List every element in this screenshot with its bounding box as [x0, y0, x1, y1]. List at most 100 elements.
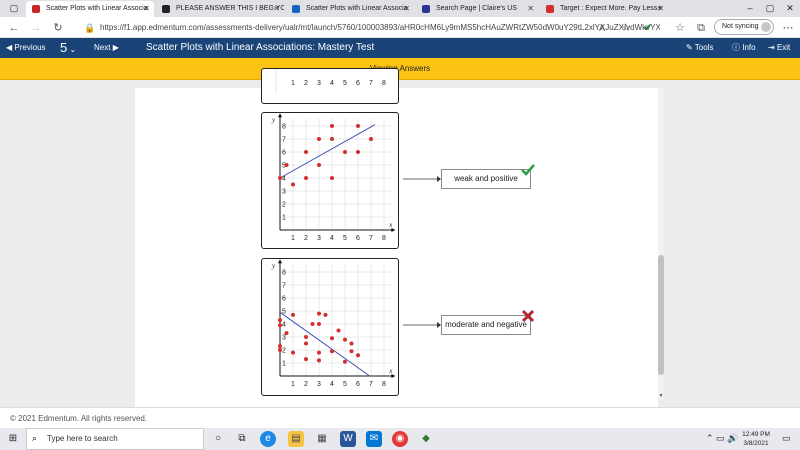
- incorrect-x-icon: [521, 309, 535, 328]
- maximize-icon[interactable]: ▢: [760, 0, 780, 17]
- sync-button[interactable]: Not syncing: [714, 19, 774, 35]
- y-tick-label: 8: [282, 124, 286, 131]
- browser-tab[interactable]: Scatter Plots with Linear Associa ✕: [26, 1, 154, 17]
- scatter-plot-1: 1234567812345678xy: [261, 112, 399, 249]
- store-icon[interactable]: ▦: [314, 431, 330, 447]
- taskbar-search[interactable]: Type here to search: [26, 428, 204, 450]
- next-button[interactable]: Next ▶: [94, 38, 119, 58]
- info-label: Info: [742, 43, 756, 52]
- y-axis-arrow-icon: [278, 113, 282, 118]
- data-point: [317, 350, 321, 355]
- x-tick-label: 8: [382, 381, 386, 388]
- back-icon[interactable]: ←: [6, 20, 22, 36]
- data-point: [304, 176, 308, 180]
- tab-close-icon[interactable]: ✕: [527, 1, 534, 17]
- exit-icon: ⇥: [768, 43, 775, 52]
- exit-button[interactable]: ⇥ Exit: [768, 38, 790, 58]
- data-point: [330, 176, 334, 180]
- data-point: [284, 331, 289, 336]
- match-arrow-1: [403, 176, 441, 182]
- system-tray-icon[interactable]: ⌃ ▭ 🔊: [706, 433, 738, 444]
- refresh-icon[interactable]: ↻: [50, 20, 66, 36]
- url-field[interactable]: https://f1.app.edmentum.com/assessments-…: [100, 19, 660, 36]
- data-point: [304, 335, 308, 339]
- y-tick-label: 8: [282, 270, 286, 277]
- x-axis-label: x: [388, 367, 393, 375]
- tab-close-icon[interactable]: ✕: [273, 1, 280, 17]
- address-bar-row: ← → ↻ 🔒 https://f1.app.edmentum.com/asse…: [0, 17, 800, 38]
- tab-title: Scatter Plots with Linear Associa: [306, 5, 408, 12]
- tab-close-icon[interactable]: ✕: [403, 1, 410, 17]
- tab-title: Scatter Plots with Linear Associa: [46, 5, 148, 12]
- previous-plot-axis: 1 2 3 4 5 6 7 8: [275, 69, 386, 93]
- windows-start-icon[interactable]: ⊞: [5, 431, 21, 447]
- collections-icon[interactable]: ⧉: [693, 20, 709, 36]
- x-tick-label: 3: [317, 80, 321, 87]
- tab-title: Search Page | Claire's US: [436, 5, 517, 12]
- correct-check-icon: [521, 164, 535, 178]
- previous-button[interactable]: ◀ Previous: [6, 38, 46, 58]
- reader-mode-icon[interactable]: A: [594, 20, 610, 36]
- x-tick-label: 4: [330, 80, 334, 87]
- previous-icon: ◀: [6, 43, 13, 52]
- data-point: [356, 150, 360, 154]
- chevron-down-icon: ⌄: [69, 45, 77, 54]
- favorite-icon[interactable]: ☆: [618, 20, 634, 36]
- taskbar-clock[interactable]: 12:49 PM 3/8/2021: [736, 430, 776, 448]
- browser-tab[interactable]: Search Page | Claire's US ✕: [416, 1, 538, 17]
- edge-icon[interactable]: e: [260, 431, 276, 447]
- scroll-down-icon[interactable]: ▼: [657, 393, 665, 399]
- task-view-icon[interactable]: ⧉: [234, 431, 250, 447]
- cortana-icon[interactable]: ○: [210, 431, 226, 447]
- browser-tab[interactable]: Target : Expect More. Pay Less. ✕: [540, 1, 668, 17]
- x-tick-label: 6: [356, 381, 360, 388]
- info-button[interactable]: ⓘ Info: [732, 38, 756, 58]
- data-point: [317, 137, 321, 141]
- tab-title: Target : Expect More. Pay Less.: [560, 5, 660, 12]
- file-explorer-icon[interactable]: ▤: [288, 431, 304, 447]
- answer-box-1[interactable]: weak and positive: [441, 169, 531, 189]
- extension-check-icon[interactable]: ✔: [640, 20, 656, 36]
- favorites-bar-icon[interactable]: ☆: [672, 20, 688, 36]
- data-point: [317, 163, 321, 167]
- y-tick-label: 2: [282, 348, 286, 355]
- windows-taskbar: ⊞ Type here to search ⌕ ○ ⧉ e ▤ ▦ W ✉ ◉ …: [0, 428, 800, 450]
- tab-favicon-icon: [32, 5, 40, 13]
- data-point: [330, 124, 334, 128]
- more-menu-icon[interactable]: ⋯: [780, 20, 796, 36]
- y-tick-label: 2: [282, 202, 286, 209]
- notifications-icon[interactable]: ▭: [782, 433, 791, 444]
- viewing-answers-banner: Viewing Answers: [0, 58, 800, 80]
- x-tick-label: 5: [343, 235, 347, 242]
- data-point: [278, 348, 282, 352]
- new-tab-button[interactable]: +: [650, 0, 670, 17]
- minimize-icon[interactable]: –: [740, 0, 760, 17]
- chrome-icon[interactable]: ◉: [392, 431, 408, 447]
- mail-icon[interactable]: ✉: [366, 431, 382, 447]
- exit-label: Exit: [776, 43, 791, 52]
- tab-close-icon[interactable]: ✕: [143, 1, 150, 17]
- tab-actions-icon[interactable]: ▢: [4, 0, 24, 17]
- forward-icon[interactable]: →: [28, 20, 44, 36]
- data-point: [330, 349, 334, 354]
- previous-scatter-plot: 1 2 3 4 5 6 7 8: [261, 68, 399, 104]
- x-tick-label: 7: [369, 80, 373, 87]
- data-point: [291, 182, 295, 187]
- scrollbar-thumb[interactable]: [658, 255, 664, 375]
- data-point: [330, 137, 334, 141]
- browser-tab[interactable]: Scatter Plots with Linear Associa ✕: [286, 1, 414, 17]
- word-icon[interactable]: W: [340, 431, 356, 447]
- browser-tab-strip: ▢ Scatter Plots with Linear Associa ✕ PLEA…: [0, 0, 800, 17]
- pinned-app-icon[interactable]: ◆: [418, 431, 434, 447]
- y-axis-label: y: [271, 116, 276, 124]
- browser-tab[interactable]: PLEASE ANSWER THIS I BEG YOU ✕: [156, 1, 284, 17]
- tab-favicon-icon: [162, 5, 170, 13]
- data-point: [284, 163, 289, 167]
- data-point: [278, 323, 282, 328]
- tools-button[interactable]: ✎ Tools: [686, 38, 713, 58]
- x-tick-label: 1: [291, 235, 295, 242]
- close-window-icon[interactable]: ✕: [780, 0, 800, 17]
- question-number-select[interactable]: 5 ⌄: [60, 38, 76, 58]
- answer-box-2[interactable]: moderate and negative: [441, 315, 531, 335]
- trend-line: [279, 311, 370, 377]
